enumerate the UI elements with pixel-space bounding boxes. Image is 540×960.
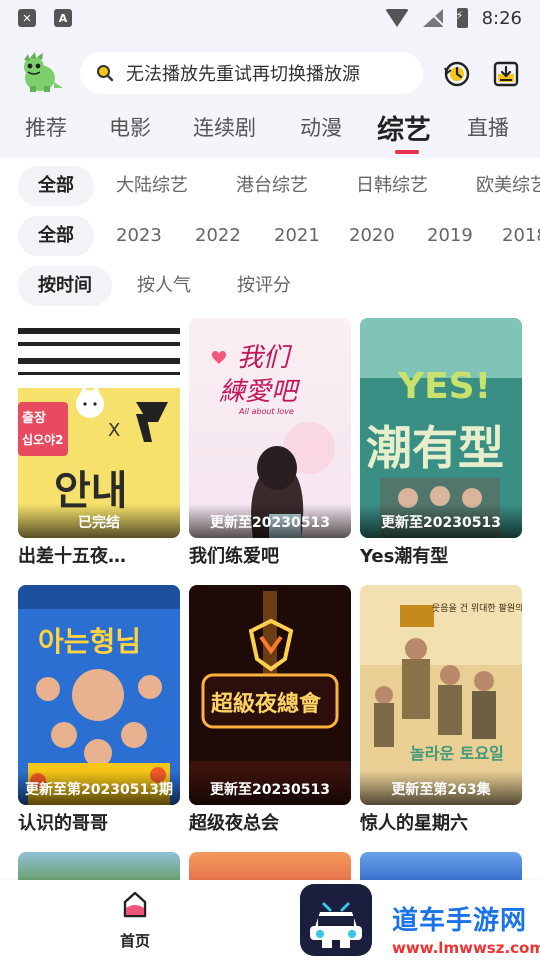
tab-series[interactable]: 连续剧 xyxy=(193,112,256,142)
card-title: 超级夜总会 xyxy=(189,813,279,834)
search-bar[interactable]: 无法播放先重试再切换播放源 xyxy=(80,52,423,94)
filter-region-jpkr[interactable]: 日韩综艺 xyxy=(356,166,428,206)
card-title: 出差十五夜… xyxy=(18,546,126,567)
sort-by-rating[interactable]: 按评分 xyxy=(237,266,291,306)
svg-text:아는형님: 아는형님 xyxy=(38,625,141,658)
nav-home[interactable]: 首页 xyxy=(105,890,165,951)
poster-image: 아는형님 更新至第20230513期 xyxy=(18,585,180,805)
card-title: 我们练爱吧 xyxy=(189,546,279,567)
watermark-url: www.lmwwsz.com xyxy=(392,939,540,957)
media-card[interactable]: 아는형님 更新至第20230513期 认识的哥哥 xyxy=(18,585,180,835)
media-card[interactable]: 我们 練愛吧 All about love 更新至20230513 我们练爱吧 xyxy=(189,318,351,568)
poster-image: 超級夜總會 更新至20230513 xyxy=(189,585,351,805)
episode-badge: 更新至20230513 xyxy=(360,504,522,538)
region-filter: 全部 大陆综艺 港台综艺 日韩综艺 欧美综艺 xyxy=(0,166,540,206)
svg-text:YES!: YES! xyxy=(397,366,491,407)
svg-text:超級夜總會: 超級夜總會 xyxy=(211,691,322,717)
episode-badge: 已完结 xyxy=(18,504,180,538)
tab-recommend[interactable]: 推荐 xyxy=(25,112,67,142)
nav-home-label: 首页 xyxy=(119,932,150,950)
download-icon[interactable] xyxy=(492,60,520,88)
tab-anime[interactable]: 动漫 xyxy=(300,112,342,142)
svg-text:놀라운 토요일: 놀라운 토요일 xyxy=(410,744,504,763)
filter-year-2019[interactable]: 2019 xyxy=(427,216,473,256)
media-card[interactable]: 超級夜總會 更新至20230513 超级夜总会 xyxy=(189,585,351,835)
svg-text:십오야2: 십오야2 xyxy=(22,432,63,447)
tab-movie[interactable]: 电影 xyxy=(109,112,151,142)
card-title: 认识的哥哥 xyxy=(18,813,108,834)
svg-text:출장: 출장 xyxy=(22,410,46,426)
poster-image: 출장 십오야2 X 안내 已完结 xyxy=(18,318,180,538)
media-card[interactable]: YES! 潮有型 更新至20230513 Yes潮有型 xyxy=(360,318,522,568)
filter-year-2018[interactable]: 2018 xyxy=(502,216,540,256)
watermark-title: 道车手游网 xyxy=(392,906,528,936)
next-row-peek xyxy=(18,852,522,882)
poster-image[interactable] xyxy=(189,852,351,882)
battery-charging-icon xyxy=(456,8,468,28)
filter-year-2023[interactable]: 2023 xyxy=(116,216,162,256)
media-card[interactable]: 출장 십오야2 X 안내 已完结 出差十五夜… xyxy=(18,318,180,568)
sort-by-popularity[interactable]: 按人气 xyxy=(137,266,191,306)
sort-filter: 按时间 按人气 按评分 xyxy=(0,266,540,306)
dinosaur-logo-icon[interactable] xyxy=(16,52,64,94)
card-title: 惊人的星期六 xyxy=(360,813,468,834)
svg-text:All about love: All about love xyxy=(238,407,294,416)
episode-badge: 更新至第20230513期 xyxy=(18,771,180,805)
poster-image[interactable] xyxy=(18,852,180,882)
status-bar: ✕ A 8:26 xyxy=(0,0,540,36)
car-logo-icon xyxy=(300,884,372,956)
clock: 8:26 xyxy=(481,7,522,29)
episode-badge: 更新至20230513 xyxy=(189,771,351,805)
active-tab-indicator xyxy=(395,150,419,154)
history-icon[interactable] xyxy=(443,60,471,88)
shield-icon: ✕ xyxy=(18,9,36,27)
filter-year-all[interactable]: 全部 xyxy=(18,216,94,256)
filter-region-western[interactable]: 欧美综艺 xyxy=(476,166,540,206)
svg-text:我们: 我们 xyxy=(237,343,293,373)
filter-year-2022[interactable]: 2022 xyxy=(195,216,241,256)
header: 无法播放先重试再切换播放源 推荐 电影 连续剧 动漫 综艺 直播 xyxy=(0,36,540,158)
search-placeholder: 无法播放先重试再切换播放源 xyxy=(126,64,360,85)
svg-text:潮有型: 潮有型 xyxy=(366,421,504,475)
filter-region-mainland[interactable]: 大陆综艺 xyxy=(116,166,188,206)
watermark: 道车手游网 www.lmwwsz.com xyxy=(392,900,540,957)
filter-region-hktw[interactable]: 港台综艺 xyxy=(236,166,308,206)
wifi-icon xyxy=(384,9,409,27)
search-icon xyxy=(97,65,114,82)
filter-year-2020[interactable]: 2020 xyxy=(349,216,395,256)
svg-text:웃음을 건 위대한 팔원의 시작: 웃음을 건 위대한 팔원의 시작 xyxy=(432,602,522,614)
poster-image[interactable] xyxy=(360,852,522,882)
sort-by-time[interactable]: 按时间 xyxy=(18,266,112,306)
svg-text:練愛吧: 練愛吧 xyxy=(219,377,301,407)
year-filter: 全部 2023 2022 2021 2020 2019 2018 xyxy=(0,216,540,256)
poster-image: 我们 練愛吧 All about love 更新至20230513 xyxy=(189,318,351,538)
home-icon xyxy=(123,891,147,918)
filter-region-all[interactable]: 全部 xyxy=(18,166,94,206)
poster-image: YES! 潮有型 更新至20230513 xyxy=(360,318,522,538)
episode-badge: 更新至第263集 xyxy=(360,771,522,805)
card-title: Yes潮有型 xyxy=(360,546,449,567)
no-signal-icon xyxy=(422,9,443,27)
tab-live[interactable]: 直播 xyxy=(467,112,509,142)
tab-variety[interactable]: 综艺 xyxy=(377,108,431,147)
poster-image: 웃음을 건 위대한 팔원의 시작 놀라운 토요일 更新至第263集 xyxy=(360,585,522,805)
media-card[interactable]: 웃음을 건 위대한 팔원의 시작 놀라운 토요일 更新至第263集 惊人的星期六 xyxy=(360,585,522,835)
episode-badge: 更新至20230513 xyxy=(189,504,351,538)
filter-year-2021[interactable]: 2021 xyxy=(274,216,320,256)
a-icon: A xyxy=(54,9,72,27)
bottom-nav: 首页 道车手游网 www.lmwwsz.com xyxy=(0,880,540,960)
svg-text:X: X xyxy=(108,420,120,441)
category-tabs: 推荐 电影 连续剧 动漫 综艺 直播 xyxy=(0,106,540,156)
